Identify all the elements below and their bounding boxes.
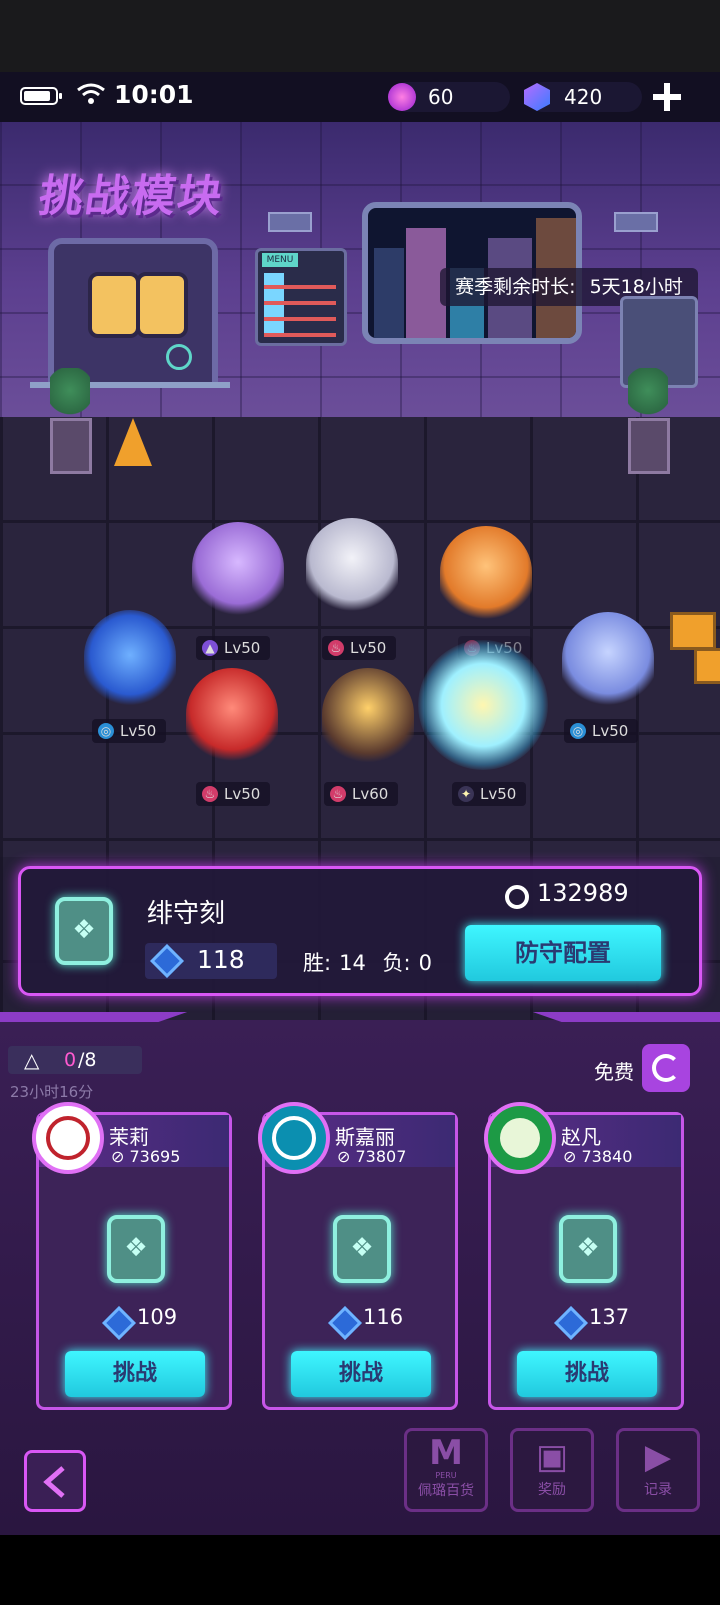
back-button[interactable] xyxy=(24,1450,86,1512)
crate-decoration xyxy=(670,612,716,650)
character-level-tag: ✦ Lv50 xyxy=(452,782,527,806)
player-defense-panel: 绯守刻 118 胜:14 负:0 132989 防守配置 xyxy=(18,866,702,996)
opponent-defense-score: 109 xyxy=(137,1305,178,1329)
bird-avatar-icon xyxy=(46,1116,90,1160)
energy-orb-icon xyxy=(388,83,416,111)
challenge-button[interactable]: 挑战 xyxy=(65,1351,205,1397)
gift-icon: ▣ xyxy=(535,1437,569,1477)
menu-sign: MENU xyxy=(262,253,298,267)
season-remaining: 5天18小时 xyxy=(589,276,683,298)
opponent-defense-score: 137 xyxy=(589,1305,630,1329)
robot-avatar-icon xyxy=(272,1116,316,1160)
character-level-tag: ♨Lv50 xyxy=(322,636,397,660)
defense-config-button[interactable]: 防守配置 xyxy=(465,925,661,981)
reward-label: 奖励 xyxy=(538,1482,566,1498)
door-sign-icon xyxy=(166,344,192,370)
menu-board: MENU xyxy=(255,248,347,346)
shop-nav-button[interactable]: M PERU 佩璐百货 xyxy=(404,1428,488,1512)
battery-icon xyxy=(20,87,62,105)
power-icon xyxy=(505,885,529,909)
record-nav-button[interactable]: ▶ 记录 xyxy=(616,1428,700,1512)
attempts-used: 0 xyxy=(64,1049,77,1071)
defense-gem-icon xyxy=(328,1306,362,1340)
plant-right xyxy=(628,368,668,424)
character-sprite-6[interactable] xyxy=(322,668,414,768)
character-level-tag: ◎ Lv50 xyxy=(564,719,639,743)
opponent-avatar[interactable] xyxy=(32,1102,104,1174)
door-window-left xyxy=(88,272,140,338)
player-name: 绯守刻 xyxy=(147,899,226,929)
refresh-button[interactable] xyxy=(642,1044,690,1092)
top-black-bar xyxy=(0,0,720,72)
season-label: 赛季剩余时长: xyxy=(455,276,576,298)
status-time: 10:01 xyxy=(114,80,194,109)
plant-pot-left xyxy=(50,418,92,474)
win-loss-record: 胜: 14 负: 0 xyxy=(303,951,432,975)
opponent-name: 斯嘉丽 xyxy=(335,1125,395,1149)
refresh-timer: 23小时16分 xyxy=(10,1083,94,1101)
defense-gem-icon xyxy=(150,944,184,978)
defense-gem-icon xyxy=(102,1306,136,1340)
frog-avatar-icon xyxy=(500,1118,540,1158)
ceiling-lamp xyxy=(268,212,312,232)
energy-counter[interactable]: 60 xyxy=(388,82,510,112)
video-record-icon: ▶ xyxy=(644,1437,672,1477)
player-defense-score: 118 xyxy=(145,943,277,979)
opponent-avatar[interactable] xyxy=(484,1102,556,1174)
character-sprite-1[interactable] xyxy=(192,522,284,622)
opponent-name: 赵凡 xyxy=(561,1125,601,1149)
energy-value: 60 xyxy=(428,85,454,109)
opponent-power: ⊘ 73695 xyxy=(111,1147,181,1166)
ceiling-lamp xyxy=(614,212,658,232)
door-window-right xyxy=(136,272,188,338)
defense-shield-icon xyxy=(55,897,113,965)
character-level-tag: ♨Lv50 xyxy=(196,782,271,806)
character-sprite-8[interactable] xyxy=(562,612,654,712)
attempts-total: /8 xyxy=(78,1049,97,1071)
plant-pot-right xyxy=(628,418,670,474)
chevron-left-icon xyxy=(43,1466,65,1498)
opponent-avatar[interactable] xyxy=(258,1102,330,1174)
refresh-icon xyxy=(652,1054,680,1082)
plus-icon[interactable] xyxy=(652,82,682,112)
free-refresh-label: 免费 xyxy=(594,1060,634,1084)
system-nav-bar xyxy=(0,1535,720,1605)
reward-nav-button[interactable]: ▣ 奖励 xyxy=(510,1428,594,1512)
defense-shield-icon xyxy=(559,1215,617,1283)
character-sprite-2[interactable] xyxy=(306,518,398,618)
challenge-button[interactable]: 挑战 xyxy=(291,1351,431,1397)
attempt-counter: △ 0 /8 xyxy=(8,1046,142,1074)
wifi-icon xyxy=(77,83,105,104)
character-sprite-3[interactable] xyxy=(440,526,532,626)
opponent-name: 茉莉 xyxy=(109,1125,149,1149)
opponent-power: ⊘ 73807 xyxy=(337,1147,407,1166)
character-level-tag: ◎ Lv50 xyxy=(92,719,167,743)
character-sprite-7[interactable] xyxy=(418,640,548,770)
mode-title: 挑战模块 xyxy=(35,171,227,222)
defense-gem-icon xyxy=(554,1306,588,1340)
challenge-button[interactable]: 挑战 xyxy=(517,1351,657,1397)
crate-decoration xyxy=(694,648,720,684)
shop-m-icon: M xyxy=(429,1433,463,1473)
character-level-tag: ▲ Lv50 xyxy=(196,636,271,660)
menu-items xyxy=(264,273,336,337)
defense-shield-icon xyxy=(333,1215,391,1283)
character-sprite-4[interactable] xyxy=(84,610,176,710)
plant-left xyxy=(50,368,90,424)
character-sprite-5[interactable] xyxy=(186,668,278,768)
player-power: 132989 xyxy=(537,879,629,907)
shop-logo: PERU xyxy=(435,1471,457,1480)
character-level-tag: ♨ Lv60 xyxy=(324,782,399,806)
attempt-triangle-icon: △ xyxy=(24,1048,40,1072)
crystal-counter[interactable]: 420 xyxy=(524,82,642,112)
record-label: 记录 xyxy=(644,1482,672,1498)
shop-label: 佩璐百货 xyxy=(418,1483,474,1499)
defense-shield-icon xyxy=(107,1215,165,1283)
opponent-defense-score: 116 xyxy=(363,1305,404,1329)
opponent-power: ⊘ 73840 xyxy=(563,1147,633,1166)
scene-door xyxy=(48,238,218,388)
crystal-value: 420 xyxy=(564,85,603,109)
